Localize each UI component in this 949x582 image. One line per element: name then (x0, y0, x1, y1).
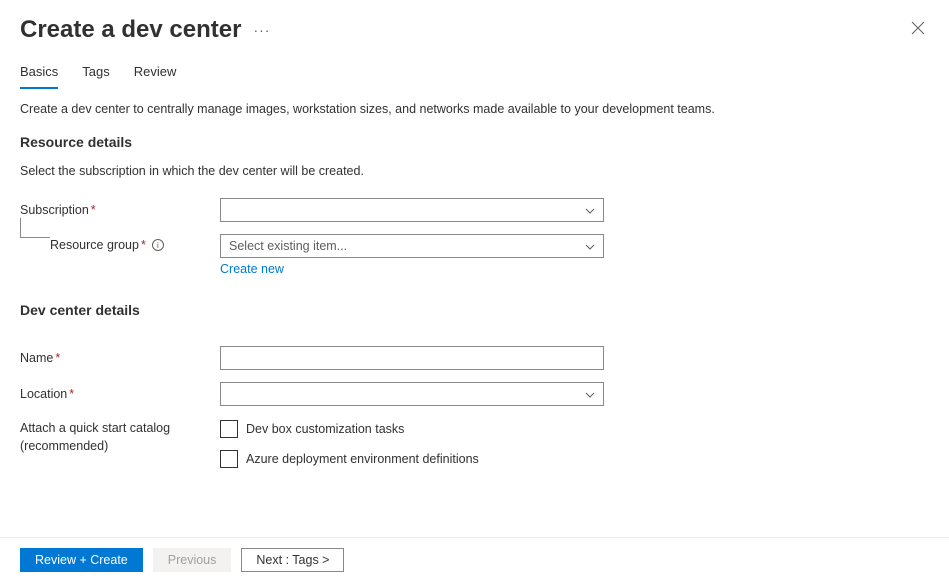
tab-bar: Basics Tags Review (0, 44, 949, 90)
info-icon[interactable]: i (152, 239, 164, 251)
next-button[interactable]: Next : Tags > (241, 548, 344, 572)
footer-bar: Review + Create Previous Next : Tags > (0, 537, 949, 582)
resource-details-heading: Resource details (20, 134, 929, 150)
tab-basics[interactable]: Basics (20, 64, 58, 89)
ellipsis-icon: ··· (253, 22, 270, 38)
create-new-link[interactable]: Create new (220, 262, 604, 276)
intro-text: Create a dev center to centrally manage … (20, 102, 929, 116)
chevron-down-icon (585, 203, 595, 217)
previous-button[interactable]: Previous (153, 548, 232, 572)
tree-connector (20, 218, 50, 238)
tab-tags[interactable]: Tags (82, 64, 109, 89)
resource-group-label: Resource group* (50, 238, 146, 252)
devbox-customization-checkbox[interactable] (220, 420, 238, 438)
azure-deployment-label: Azure deployment environment definitions (246, 452, 479, 466)
close-icon (911, 21, 925, 35)
location-label: Location* (20, 387, 220, 401)
devbox-customization-label: Dev box customization tasks (246, 422, 404, 436)
azure-deployment-checkbox[interactable] (220, 450, 238, 468)
review-create-button[interactable]: Review + Create (20, 548, 143, 572)
name-label: Name* (20, 351, 220, 365)
chevron-down-icon (585, 387, 595, 401)
location-select[interactable] (220, 382, 604, 406)
resource-group-placeholder: Select existing item... (229, 239, 347, 253)
devcenter-details-heading: Dev center details (20, 302, 929, 318)
resource-details-hint: Select the subscription in which the dev… (20, 164, 929, 178)
name-input[interactable] (220, 346, 604, 370)
catalog-label: Attach a quick start catalog (recommende… (20, 420, 220, 455)
subscription-select[interactable] (220, 198, 604, 222)
subscription-label: Subscription* (20, 203, 220, 217)
resource-group-select[interactable]: Select existing item... (220, 234, 604, 258)
chevron-down-icon (585, 239, 595, 253)
tab-review[interactable]: Review (134, 64, 177, 89)
close-button[interactable] (907, 17, 929, 44)
page-title: Create a dev center (20, 16, 241, 44)
